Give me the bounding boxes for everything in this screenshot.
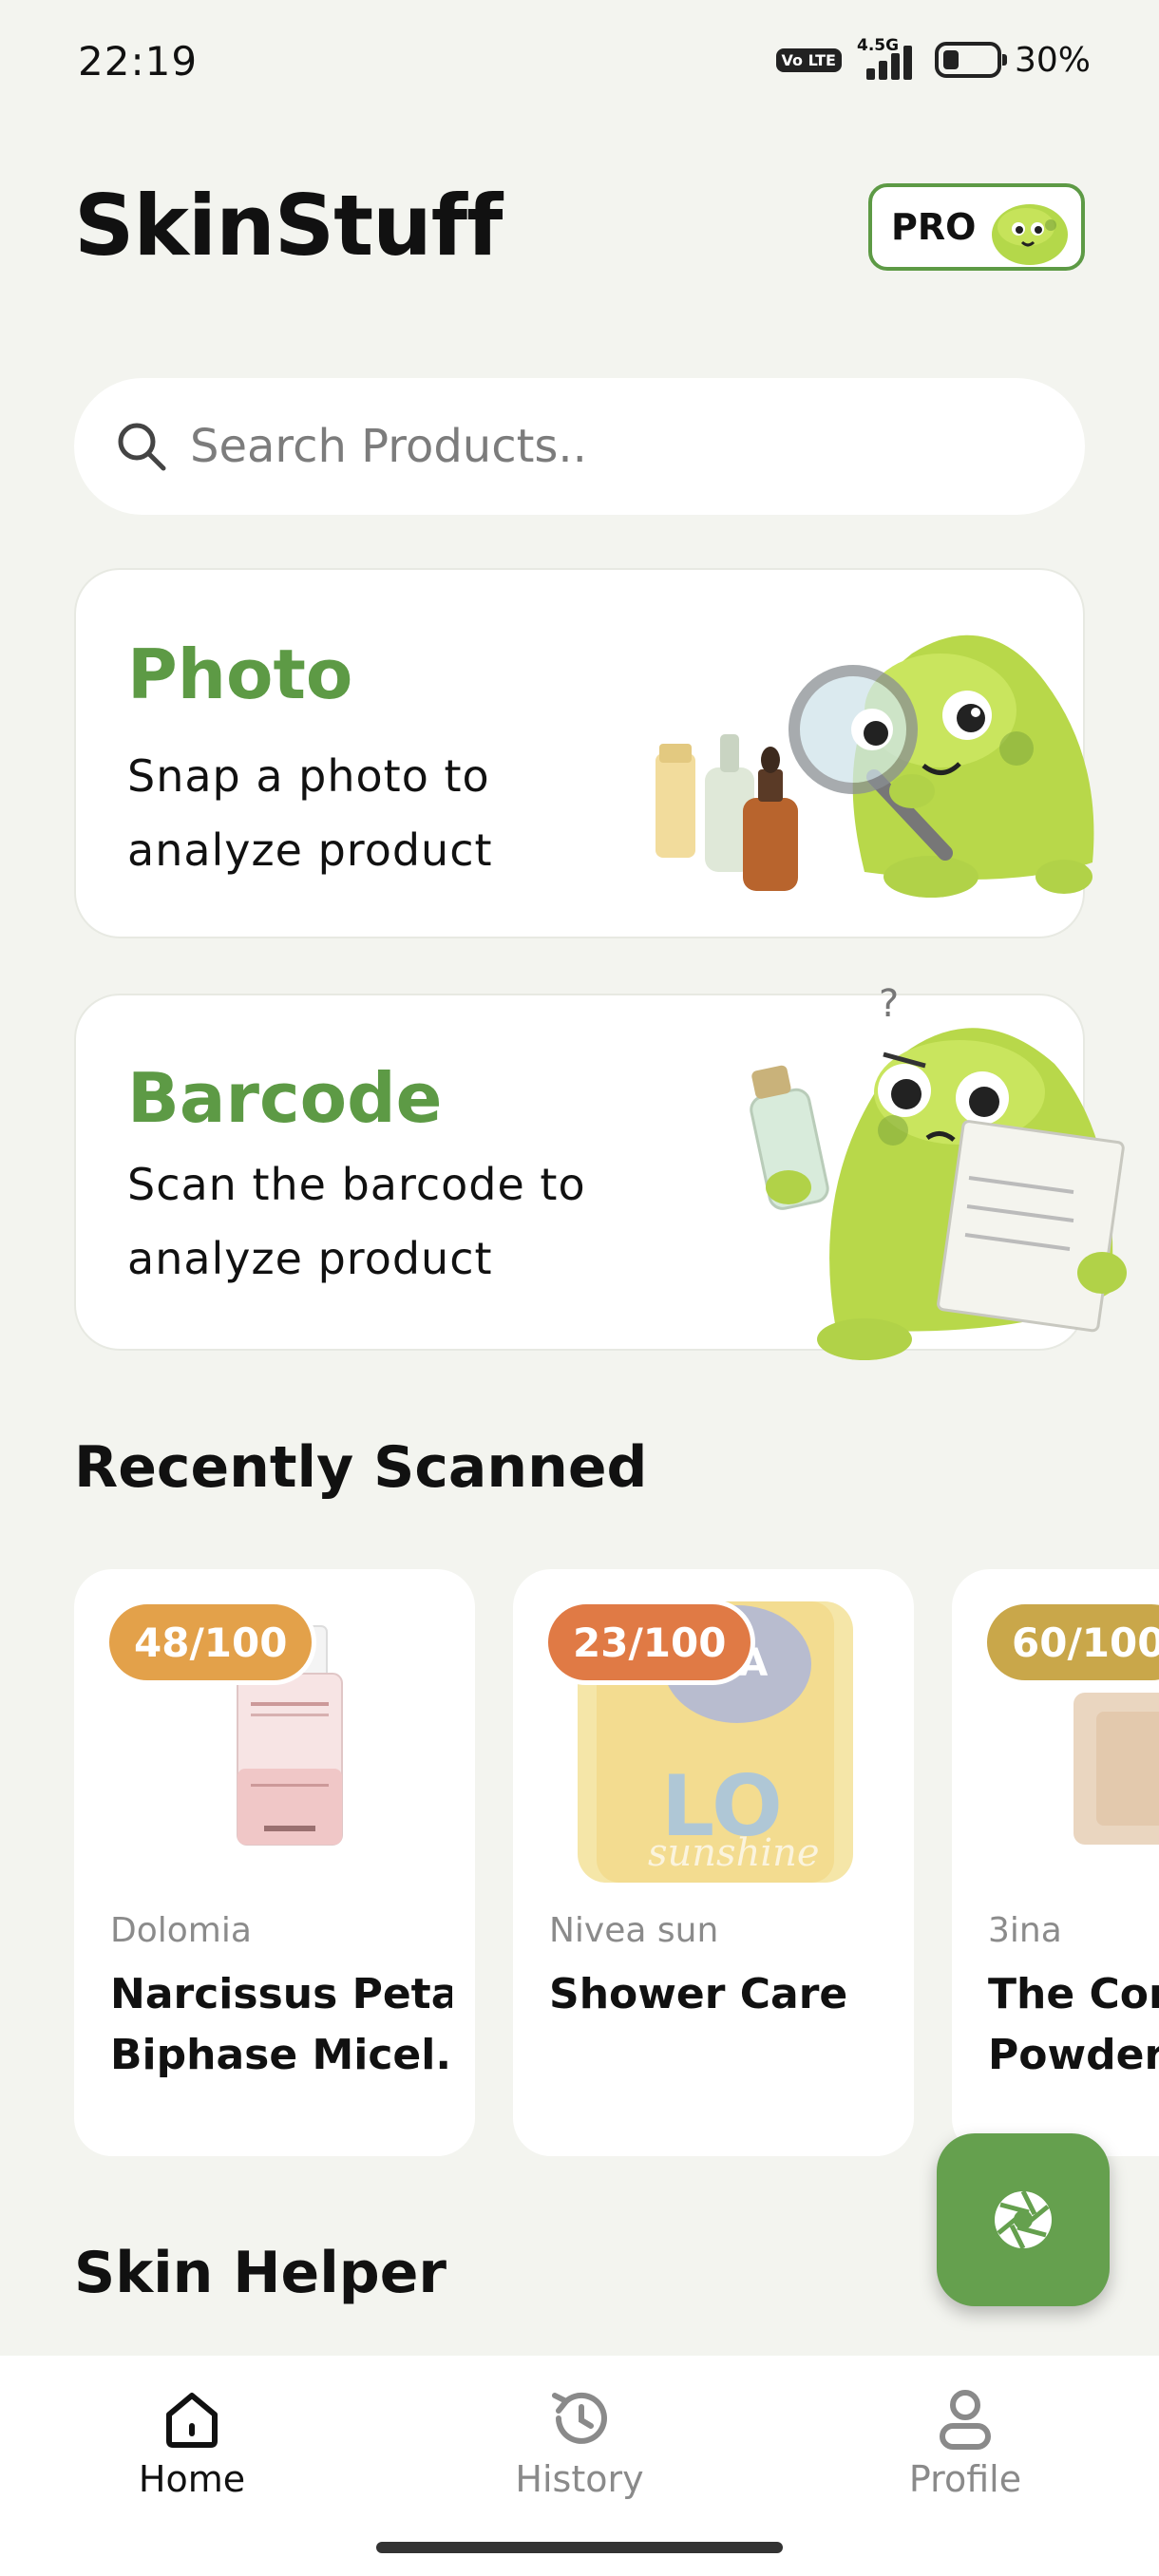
volte-icon: Vo LTE bbox=[775, 47, 842, 72]
recently-scanned-heading: Recently Scanned bbox=[74, 1434, 648, 1501]
photo-card-description-line2: analyze product bbox=[127, 824, 493, 876]
mascot-icon bbox=[992, 204, 1068, 265]
score-value: 23/100 bbox=[573, 1619, 727, 1666]
score-value: 60/100 bbox=[1012, 1619, 1159, 1666]
product-name-line1: The Con bbox=[988, 1970, 1159, 2018]
product-name: Shower Care bbox=[549, 1964, 891, 2025]
score-badge: 48/100 bbox=[104, 1600, 317, 1685]
barcode-card-description-line2: analyze product bbox=[127, 1233, 493, 1284]
history-icon bbox=[552, 2392, 607, 2444]
volte-label: Vo LTE bbox=[781, 50, 836, 69]
product-brand: Nivea sun bbox=[549, 1911, 719, 1950]
nav-profile-label: Profile bbox=[908, 2458, 1022, 2500]
barcode-card-description-line1: Scan the barcode to bbox=[127, 1159, 586, 1210]
pro-label: PRO bbox=[891, 206, 977, 248]
product-name-line1: Shower Care bbox=[549, 1970, 848, 2018]
search-input[interactable] bbox=[190, 420, 1045, 473]
mascot-magnifier-illustration bbox=[656, 635, 1094, 898]
status-time: 22:19 bbox=[78, 38, 199, 85]
photo-card-description-line1: Snap a photo to bbox=[127, 750, 490, 802]
product-name: Narcissus Petal Biphase Micel... bbox=[110, 1964, 452, 2086]
svg-text:?: ? bbox=[879, 982, 899, 1026]
skin-helper-heading: Skin Helper bbox=[74, 2240, 446, 2306]
nav-home[interactable]: Home bbox=[68, 2384, 315, 2500]
barcode-card-title: Barcode bbox=[127, 1058, 443, 1138]
network-type: 4.5G bbox=[856, 36, 900, 55]
nav-profile[interactable]: Profile bbox=[842, 2384, 1089, 2500]
battery-percent: 30% bbox=[1014, 40, 1091, 80]
recent-product-card[interactable]: 48/100 Dolomia Narcissus Petal Biphase M… bbox=[74, 1569, 475, 2156]
nav-home-label: Home bbox=[138, 2458, 246, 2500]
status-icons: Vo LTE 4.5G 30% bbox=[775, 36, 1091, 80]
profile-icon bbox=[940, 2390, 991, 2450]
search-icon bbox=[118, 423, 166, 471]
product-brand: Dolomia bbox=[110, 1911, 252, 1950]
search-bar[interactable] bbox=[74, 378, 1085, 515]
recent-product-card[interactable]: 23/100 EA LO sunshine Nivea sun Shower C… bbox=[513, 1569, 914, 2156]
score-value: 48/100 bbox=[134, 1619, 288, 1666]
nav-history-label: History bbox=[515, 2458, 644, 2500]
nav-history[interactable]: History bbox=[456, 2384, 703, 2500]
recent-product-card[interactable]: 60/100 3ina The Con Powder bbox=[952, 1569, 1159, 2156]
product-name-line2: Powder bbox=[988, 2031, 1159, 2079]
battery-icon bbox=[934, 42, 1007, 78]
mascot-barcode-illustration: ? bbox=[750, 982, 1127, 1360]
product-name-line1: Narcissus Petal bbox=[110, 1970, 452, 2018]
product-brand: 3ina bbox=[988, 1911, 1062, 1950]
status-bar: 22:19 Vo LTE 4.5G 30% bbox=[0, 0, 1159, 123]
barcode-scan-card[interactable]: Barcode Scan the barcode to analyze prod… bbox=[74, 982, 1127, 1360]
signal-icon: 4.5G bbox=[855, 36, 922, 80]
aperture-icon bbox=[995, 2189, 1052, 2250]
home-icon bbox=[166, 2393, 218, 2448]
svg-text:sunshine: sunshine bbox=[648, 1831, 820, 1875]
home-screen: 22:19 Vo LTE 4.5G 30% SkinStuff PRO Sear… bbox=[0, 0, 1159, 2576]
camera-scan-button[interactable] bbox=[937, 2133, 1110, 2306]
photo-card-title: Photo bbox=[127, 635, 353, 714]
app-title: SkinStuff bbox=[74, 177, 503, 275]
photo-scan-card[interactable]: Photo Snap a photo to analyze product bbox=[74, 568, 1094, 938]
home-indicator[interactable] bbox=[376, 2542, 783, 2553]
score-badge: 23/100 bbox=[543, 1600, 756, 1685]
product-name-line2: Biphase Micel... bbox=[110, 2031, 452, 2079]
score-badge: 60/100 bbox=[982, 1600, 1159, 1685]
product-name: The Con Powder bbox=[988, 1964, 1159, 2086]
pro-badge-button[interactable]: PRO bbox=[868, 183, 1085, 271]
